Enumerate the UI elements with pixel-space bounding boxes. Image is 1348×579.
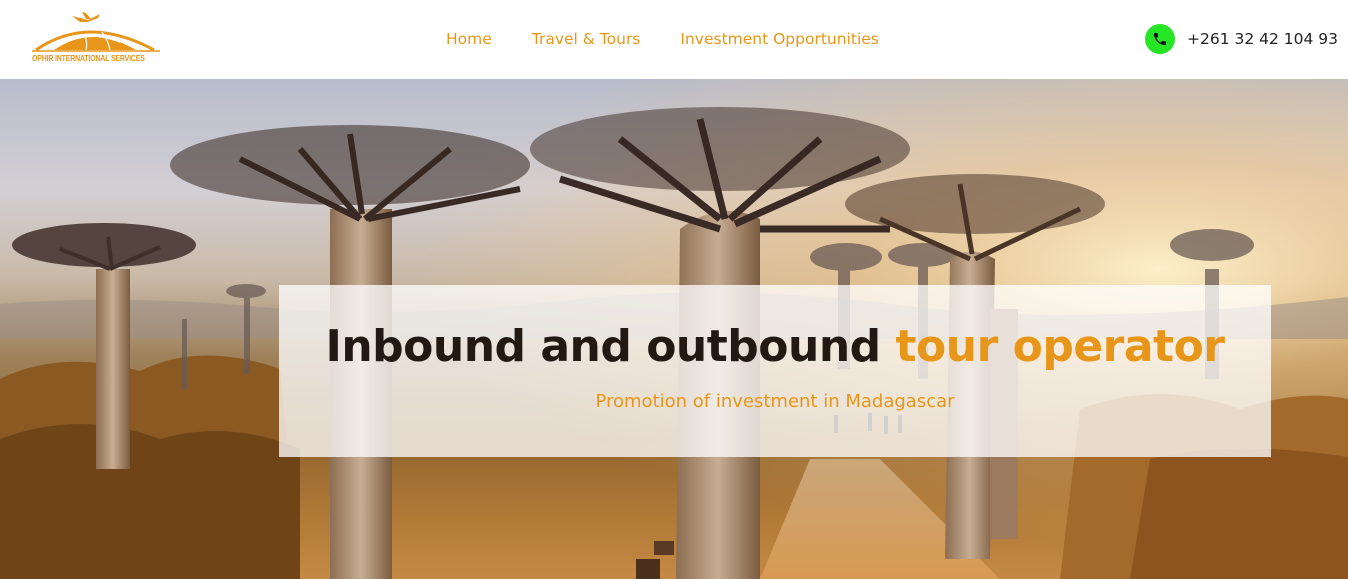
phone-contact: +261 32 42 104 93 — [1145, 24, 1338, 54]
main-nav: Home Travel & Tours Investment Opportuni… — [446, 30, 879, 50]
logo-text: OPHIR INTERNATIONAL SERVICES — [32, 53, 145, 63]
logo[interactable]: OPHIR INTERNATIONAL SERVICES — [28, 8, 164, 68]
logo-globe-icon — [32, 12, 160, 52]
hero-section: Inbound and outbound tour operator Promo… — [0, 79, 1348, 579]
phone-icon[interactable] — [1145, 24, 1175, 54]
nav-travel-tours[interactable]: Travel & Tours — [532, 30, 641, 50]
nav-investment-opportunities[interactable]: Investment Opportunities — [680, 30, 878, 50]
site-header: OPHIR INTERNATIONAL SERVICES Home Travel… — [0, 0, 1348, 79]
hero-subtitle: Promotion of investment in Madagascar — [595, 391, 955, 412]
hero-overlay: Inbound and outbound tour operator Promo… — [279, 285, 1271, 457]
hero-title: Inbound and outbound tour operator — [279, 321, 1271, 372]
phone-number[interactable]: +261 32 42 104 93 — [1187, 30, 1338, 48]
nav-home[interactable]: Home — [446, 30, 492, 50]
hero-title-accent: tour operator — [895, 321, 1225, 372]
hero-title-main: Inbound and outbound — [325, 321, 896, 372]
